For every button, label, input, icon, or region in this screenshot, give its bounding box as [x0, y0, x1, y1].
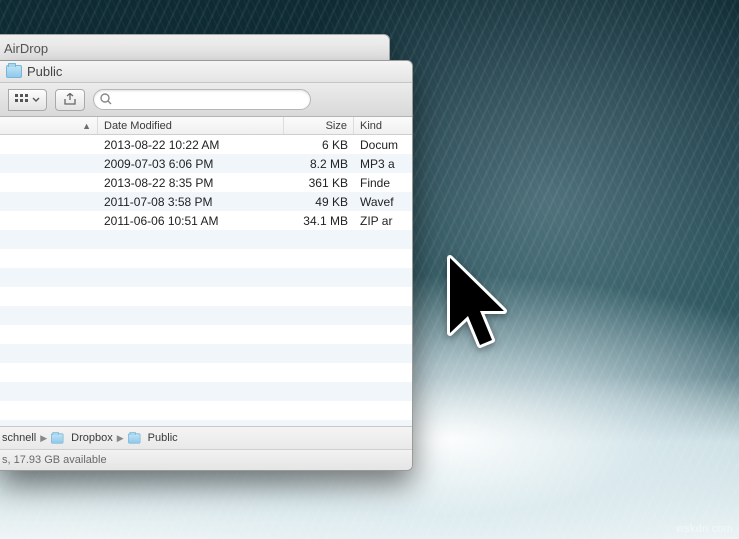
- table-row[interactable]: 2009-07-03 6:06 PM 8.2 MB MP3 a: [0, 154, 412, 173]
- header-size[interactable]: Size: [284, 117, 354, 134]
- path-label: Dropbox: [71, 432, 113, 444]
- cell-kind: ZIP ar: [354, 211, 412, 230]
- cell-size: 49 KB: [284, 192, 354, 211]
- folder-icon: [128, 433, 140, 443]
- table-row[interactable]: 2011-07-08 3:58 PM 49 KB Wavef: [0, 192, 412, 211]
- cell-kind: Finde: [354, 173, 412, 192]
- column-headers: ▲ Date Modified Size Kind: [0, 117, 412, 135]
- cursor-icon: [440, 253, 520, 363]
- grid-icon: [15, 94, 29, 106]
- toolbar: [0, 83, 412, 117]
- cell-date: 2011-06-06 10:51 AM: [98, 211, 284, 230]
- cell-size: 361 KB: [284, 173, 354, 192]
- view-arrange-group: [8, 89, 47, 111]
- cell-kind: Docum: [354, 135, 412, 154]
- status-text: s, 17.93 GB available: [2, 454, 107, 466]
- finder-window[interactable]: Public ▲ Date Modified Size Kind: [0, 60, 413, 471]
- cell-size: 34.1 MB: [284, 211, 354, 230]
- titlebar[interactable]: Public: [0, 61, 412, 83]
- airdrop-window[interactable]: AirDrop: [0, 34, 390, 62]
- status-bar: s, 17.93 GB available: [0, 449, 412, 470]
- path-label: schnell: [2, 432, 36, 444]
- cell-kind: Wavef: [354, 192, 412, 211]
- search-area: [93, 89, 404, 110]
- sort-indicator-icon: ▲: [82, 121, 91, 131]
- header-name[interactable]: ▲: [0, 117, 98, 134]
- header-kind[interactable]: Kind: [354, 117, 412, 134]
- file-list[interactable]: 2013-08-22 10:22 AM 6 KB Docum 2009-07-0…: [0, 135, 412, 426]
- path-label: Public: [148, 432, 178, 444]
- window-title: Public: [27, 64, 62, 79]
- path-crumb[interactable]: Dropbox: [51, 432, 113, 445]
- share-icon: [63, 93, 78, 106]
- table-row[interactable]: 2013-08-22 10:22 AM 6 KB Docum: [0, 135, 412, 154]
- cell-size: 6 KB: [284, 135, 354, 154]
- folder-icon: [51, 433, 63, 443]
- path-separator-icon: ▶: [117, 433, 124, 444]
- header-date-modified[interactable]: Date Modified: [98, 117, 284, 134]
- path-crumb[interactable]: schnell: [2, 432, 36, 444]
- search-input[interactable]: [93, 89, 311, 110]
- arrange-button[interactable]: [8, 89, 47, 111]
- search-icon: [99, 92, 113, 106]
- table-row[interactable]: 2011-06-06 10:51 AM 34.1 MB ZIP ar: [0, 211, 412, 230]
- path-bar: schnell ▶ Dropbox ▶ Public: [0, 426, 412, 449]
- cell-date: 2013-08-22 8:35 PM: [98, 173, 284, 192]
- cell-size: 8.2 MB: [284, 154, 354, 173]
- cell-date: 2013-08-22 10:22 AM: [98, 135, 284, 154]
- share-button[interactable]: [55, 89, 85, 111]
- path-separator-icon: ▶: [40, 433, 47, 444]
- cell-date: 2009-07-03 6:06 PM: [98, 154, 284, 173]
- cell-kind: MP3 a: [354, 154, 412, 173]
- airdrop-title: AirDrop: [4, 41, 48, 56]
- watermark: wskdn.com: [676, 523, 733, 535]
- folder-icon: [6, 65, 22, 78]
- chevron-down-icon: [32, 94, 40, 106]
- path-crumb[interactable]: Public: [128, 432, 178, 445]
- cell-date: 2011-07-08 3:58 PM: [98, 192, 284, 211]
- table-row[interactable]: 2013-08-22 8:35 PM 361 KB Finde: [0, 173, 412, 192]
